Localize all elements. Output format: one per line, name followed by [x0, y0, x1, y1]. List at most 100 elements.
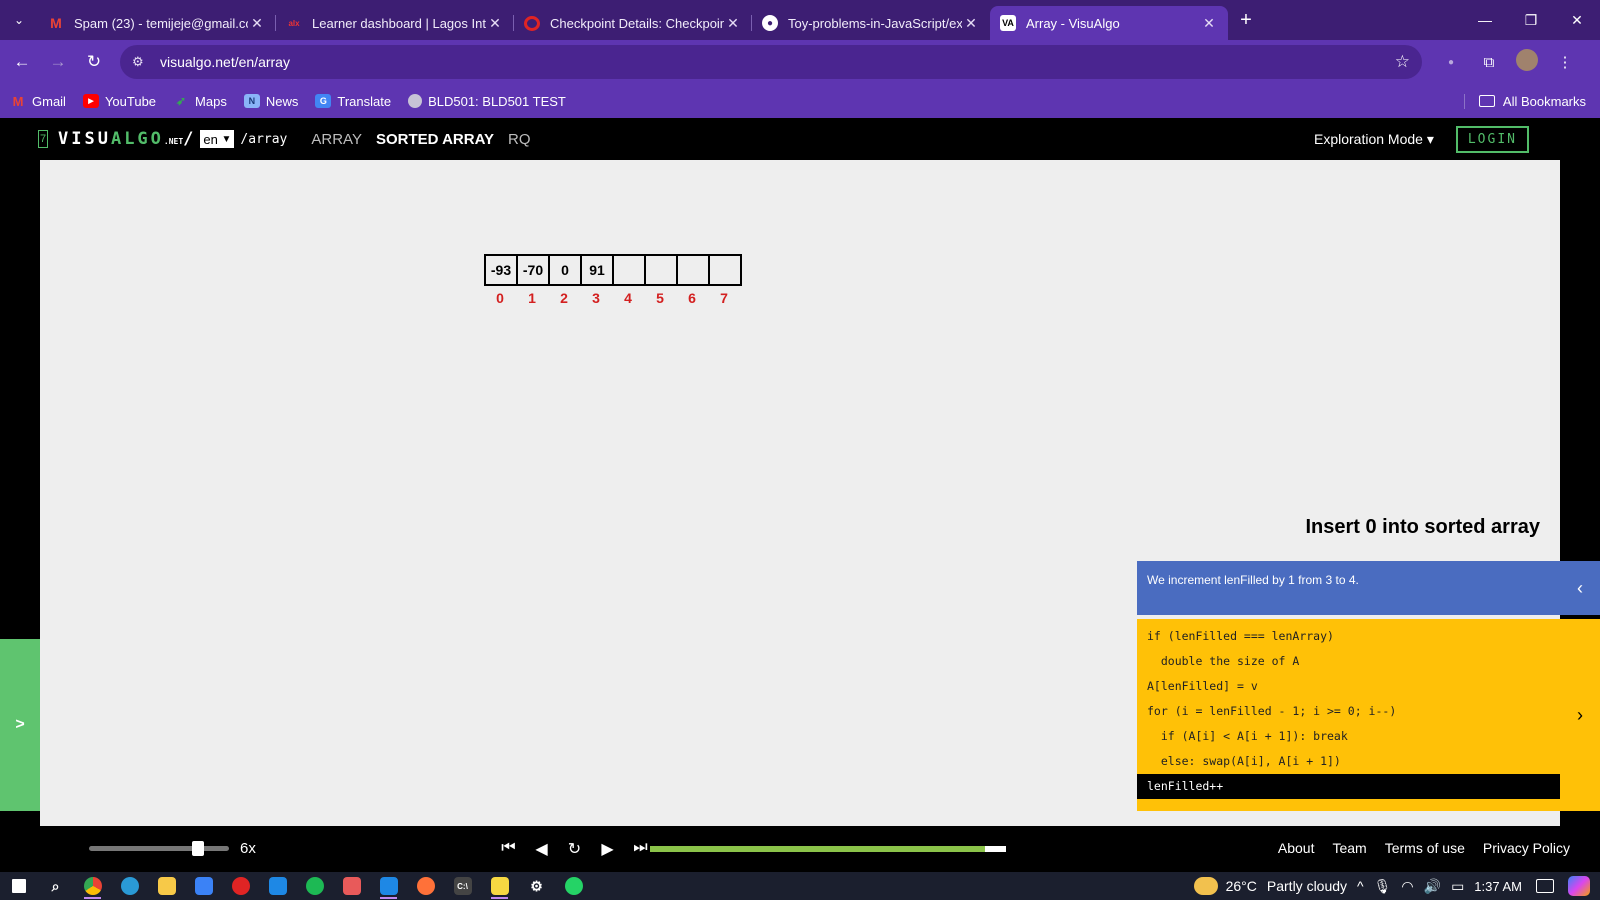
battery-icon[interactable]: ▭ — [1451, 878, 1464, 895]
temperature[interactable]: 26°C — [1226, 878, 1257, 894]
login-button[interactable]: LOGIN — [1455, 125, 1529, 153]
game-taskbar[interactable] — [333, 872, 370, 900]
status-collapse-tab[interactable]: ‹ — [1560, 561, 1600, 615]
mail-taskbar[interactable] — [259, 872, 296, 900]
array-cell — [708, 254, 742, 286]
address-bar[interactable]: ⚙ visualgo.net/en/array ☆ — [120, 45, 1422, 79]
terminal-taskbar[interactable]: C:\ — [444, 872, 481, 900]
codetrace-collapse-tab[interactable]: › — [1560, 619, 1600, 811]
close-icon[interactable]: ✕ — [1200, 15, 1218, 32]
tray-chevron-icon[interactable]: ^ — [1357, 878, 1364, 894]
profile-avatar[interactable] — [1508, 49, 1546, 75]
vscode-taskbar[interactable] — [370, 872, 407, 900]
footer-link-team[interactable]: Team — [1332, 840, 1366, 856]
search-taskbar[interactable]: ⌕ — [37, 872, 74, 900]
bookmark-news[interactable]: N News — [243, 94, 298, 109]
forward-icon[interactable]: → — [40, 52, 76, 72]
footer-link-terms[interactable]: Terms of use — [1385, 840, 1465, 856]
seven-icon[interactable]: 7 — [38, 130, 48, 148]
all-bookmarks-label: All Bookmarks — [1502, 93, 1586, 109]
visualgo-logo[interactable]: VISUALGO.NET/ — [58, 129, 196, 149]
volume-icon[interactable]: 🔊 — [1424, 878, 1441, 895]
bookmark-youtube[interactable]: ▶ YouTube — [82, 94, 156, 109]
bookmark-bld501[interactable]: BLD501: BLD501 TEST — [408, 94, 566, 109]
close-window-icon[interactable]: ✕ — [1554, 12, 1600, 29]
array-index: 7 — [720, 290, 728, 306]
menu-sorted-array[interactable]: SORTED ARRAY — [376, 131, 494, 148]
array-index: 4 — [624, 290, 632, 306]
bookmark-translate[interactable]: G Translate — [315, 94, 391, 109]
new-tab-icon[interactable]: + — [1228, 9, 1264, 32]
mail-icon — [268, 877, 287, 895]
menu-rq[interactable]: RQ — [508, 131, 531, 148]
all-bookmarks[interactable]: All Bookmarks — [1463, 93, 1586, 109]
restore-icon[interactable]: ❐ — [1508, 12, 1554, 29]
opera-taskbar[interactable] — [222, 872, 259, 900]
store-taskbar[interactable] — [185, 872, 222, 900]
extensions-icon[interactable]: ⧉ — [1470, 54, 1508, 71]
close-icon[interactable]: ✕ — [962, 15, 980, 32]
notification-icon[interactable] — [1536, 879, 1554, 893]
firefox-taskbar[interactable] — [407, 872, 444, 900]
footer-link-about[interactable]: About — [1278, 840, 1315, 856]
reload-icon[interactable]: ↻ — [76, 52, 112, 72]
speed-slider-handle[interactable] — [192, 841, 205, 856]
menu-array[interactable]: ARRAY — [311, 131, 362, 148]
clock[interactable]: 1:37 AM — [1474, 879, 1522, 894]
browser-tab-active[interactable]: VA Array - VisuAlgo ✕ — [990, 6, 1228, 40]
sticky-notes-taskbar[interactable] — [481, 872, 518, 900]
site-info-icon[interactable]: ⚙ — [132, 54, 156, 70]
chevron-right-icon: › — [1577, 704, 1583, 725]
bookmark-gmail[interactable]: M Gmail — [10, 94, 66, 109]
array-index: 1 — [528, 290, 536, 306]
browser-tab[interactable]: Checkpoint Details: Checkpoint ✕ — [514, 6, 752, 40]
explorer-taskbar[interactable] — [148, 872, 185, 900]
page-path: /array — [240, 131, 288, 147]
wifi-icon[interactable]: ◠ — [1401, 878, 1413, 895]
back-icon[interactable]: ← — [4, 52, 40, 72]
minimize-icon[interactable]: — — [1462, 12, 1508, 29]
edge-taskbar[interactable] — [111, 872, 148, 900]
chrome-taskbar[interactable] — [74, 872, 111, 900]
site-header: 7 VISUALGO.NET/ en ▼ /array ARRAY SORTED… — [0, 118, 1600, 160]
close-icon[interactable]: ✕ — [724, 15, 742, 32]
spotify-taskbar[interactable] — [296, 872, 333, 900]
language-select[interactable]: en ▼ — [200, 130, 235, 148]
microphone-icon[interactable]: 🎙 — [1374, 878, 1392, 895]
browser-tab[interactable]: M Spam (23) - temijeje@gmail.com ✕ — [38, 6, 276, 40]
browser-tab[interactable]: ● Toy-problems-in-JavaScript/exp ✕ — [752, 6, 990, 40]
speed-label: 6x — [240, 840, 256, 857]
step-forward-icon[interactable]: ▶ — [591, 839, 624, 859]
whatsapp-icon — [564, 877, 583, 895]
weather-icon[interactable] — [1193, 877, 1218, 895]
weather-text[interactable]: Partly cloudy — [1267, 878, 1347, 894]
start-button[interactable] — [0, 872, 37, 900]
tab-title: Toy-problems-in-JavaScript/exp — [788, 15, 962, 31]
copilot-icon[interactable] — [1568, 876, 1590, 896]
footer-link-privacy[interactable]: Privacy Policy — [1483, 840, 1570, 856]
whatsapp-taskbar[interactable] — [555, 872, 592, 900]
array-index: 0 — [496, 290, 504, 306]
url-text[interactable]: visualgo.net/en/array — [160, 54, 1395, 70]
close-icon[interactable]: ✕ — [248, 15, 266, 32]
go-to-beginning-icon[interactable]: ⏮ — [492, 839, 525, 859]
progress-bar[interactable] — [650, 846, 1006, 852]
code-line: double the size of A — [1147, 654, 1300, 668]
exploration-mode-dropdown[interactable]: Exploration Mode ▾ — [1314, 131, 1434, 148]
settings-taskbar[interactable]: ⚙ — [518, 872, 555, 900]
menu-icon[interactable]: ⋮ — [1546, 53, 1584, 71]
folder-icon — [157, 877, 176, 895]
replay-icon[interactable]: ↻ — [558, 839, 591, 859]
actions-panel-tab[interactable]: > — [0, 639, 40, 811]
array-cell — [644, 254, 678, 286]
speed-slider[interactable] — [89, 846, 229, 851]
browser-tab[interactable]: alx Learner dashboard | Lagos Intra ✕ — [276, 6, 514, 40]
bookmark-maps[interactable]: ➶ Maps — [173, 94, 227, 109]
extension-dot-icon[interactable]: ● — [1432, 57, 1470, 68]
close-icon[interactable]: ✕ — [486, 15, 504, 32]
step-backward-icon[interactable]: ◀ — [525, 839, 558, 859]
bookmark-star-icon[interactable]: ☆ — [1395, 52, 1410, 72]
opera-icon — [231, 877, 250, 895]
browser-tab-bar: ⌄ M Spam (23) - temijeje@gmail.com ✕ alx… — [0, 0, 1600, 40]
tab-search-icon[interactable]: ⌄ — [0, 0, 38, 40]
